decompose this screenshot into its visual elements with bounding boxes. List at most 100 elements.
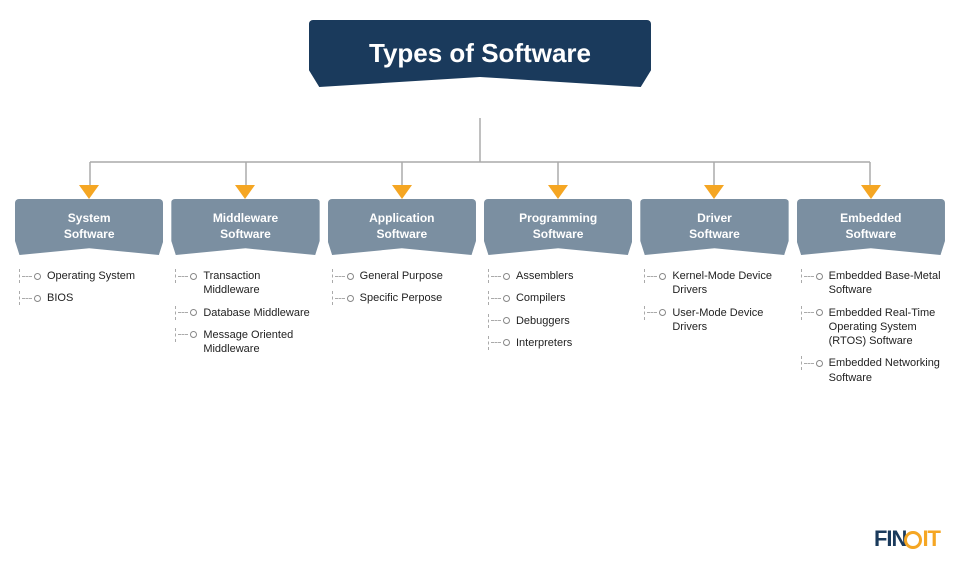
category-col-application: ApplicationSoftware General Purpose xyxy=(328,185,476,393)
diagram-container: Types of Software SystemSoftware xyxy=(0,0,960,567)
item-text: Transaction Middleware xyxy=(203,269,319,298)
category-label-driver: DriverSoftware xyxy=(689,211,740,242)
h-line xyxy=(491,342,501,343)
arrow-application xyxy=(392,185,412,199)
h-line xyxy=(491,298,501,299)
list-item: Kernel-Mode Device Drivers xyxy=(644,269,788,298)
category-col-middleware: MiddlewareSoftware Transaction Middlewar… xyxy=(171,185,319,393)
item-dot xyxy=(503,273,510,280)
item-text: Kernel-Mode Device Drivers xyxy=(672,269,788,298)
list-item: Compilers xyxy=(488,291,632,305)
logo-it-text: IT xyxy=(922,526,940,551)
dash-connector xyxy=(332,291,354,305)
items-application: General Purpose Specific Perpose xyxy=(328,269,476,314)
item-dot xyxy=(190,331,197,338)
h-line xyxy=(22,276,32,277)
item-dot xyxy=(190,309,197,316)
list-item: Transaction Middleware xyxy=(175,269,319,298)
item-dot xyxy=(347,295,354,302)
item-text: Assemblers xyxy=(516,269,573,283)
h-line xyxy=(335,276,345,277)
dash-connector xyxy=(488,269,510,283)
h-line xyxy=(491,320,501,321)
h-line xyxy=(491,276,501,277)
logo-text: FIN xyxy=(874,526,906,551)
item-text: BIOS xyxy=(47,291,73,305)
item-text: Interpreters xyxy=(516,336,572,350)
h-line xyxy=(22,298,32,299)
h-line xyxy=(804,312,814,313)
item-dot xyxy=(503,295,510,302)
logo: FIN IT xyxy=(874,526,940,552)
h-line xyxy=(178,312,188,313)
items-middleware: Transaction Middleware Database Middlewa… xyxy=(171,269,319,364)
list-item: Database Middleware xyxy=(175,306,319,320)
category-box-driver: DriverSoftware xyxy=(640,199,788,255)
arrow-system xyxy=(79,185,99,199)
dash-connector xyxy=(175,328,197,342)
title-text: Types of Software xyxy=(369,38,591,68)
list-item: Interpreters xyxy=(488,336,632,350)
category-box-system: SystemSoftware xyxy=(15,199,163,255)
h-line xyxy=(804,363,814,364)
item-dot xyxy=(503,339,510,346)
category-box-middleware: MiddlewareSoftware xyxy=(171,199,319,255)
list-item: BIOS xyxy=(19,291,163,305)
item-dot xyxy=(190,273,197,280)
item-text: User-Mode Device Drivers xyxy=(672,306,788,335)
arrow-embedded xyxy=(861,185,881,199)
item-dot xyxy=(659,309,666,316)
h-line xyxy=(647,276,657,277)
items-programming: Assemblers Compilers D xyxy=(484,269,632,358)
dash-connector xyxy=(488,314,510,328)
list-item: Embedded Base-Metal Software xyxy=(801,269,945,298)
h-line xyxy=(178,334,188,335)
item-text: Debuggers xyxy=(516,314,570,328)
item-text: Embedded Real-Time Operating System (RTO… xyxy=(829,306,945,349)
list-item: Message Oriented Middleware xyxy=(175,328,319,357)
list-item: Assemblers xyxy=(488,269,632,283)
list-item: User-Mode Device Drivers xyxy=(644,306,788,335)
item-dot xyxy=(347,273,354,280)
item-dot xyxy=(503,317,510,324)
list-item: Operating System xyxy=(19,269,163,283)
dash-connector xyxy=(644,306,666,320)
dash-connector xyxy=(488,291,510,305)
item-text: Specific Perpose xyxy=(360,291,443,305)
list-item: Embedded Networking Software xyxy=(801,356,945,385)
category-label-embedded: EmbeddedSoftware xyxy=(840,211,901,242)
list-item: General Purpose xyxy=(332,269,476,283)
category-col-driver: DriverSoftware Kernel-Mode Device Driver… xyxy=(640,185,788,393)
category-col-embedded: EmbeddedSoftware Embedded Base-Metal Sof… xyxy=(797,185,945,393)
items-system: Operating System BIOS xyxy=(15,269,163,314)
category-box-embedded: EmbeddedSoftware xyxy=(797,199,945,255)
item-text: Message Oriented Middleware xyxy=(203,328,319,357)
dash-connector xyxy=(19,291,41,305)
item-text: Compilers xyxy=(516,291,566,305)
item-text: Embedded Networking Software xyxy=(829,356,945,385)
arrow-middleware xyxy=(235,185,255,199)
category-label-system: SystemSoftware xyxy=(64,211,115,242)
h-line xyxy=(178,276,188,277)
item-text: General Purpose xyxy=(360,269,443,283)
item-dot xyxy=(34,273,41,280)
logo-circle-icon xyxy=(904,531,922,549)
h-line xyxy=(804,276,814,277)
category-col-programming: ProgrammingSoftware Assemblers xyxy=(484,185,632,393)
categories-row: SystemSoftware Operating System xyxy=(15,185,945,393)
category-label-middleware: MiddlewareSoftware xyxy=(213,211,278,242)
item-dot xyxy=(816,309,823,316)
dash-connector xyxy=(801,356,823,370)
title-box: Types of Software xyxy=(309,20,651,87)
item-text: Database Middleware xyxy=(203,306,309,320)
item-dot xyxy=(816,360,823,367)
dash-connector xyxy=(175,269,197,283)
category-label-programming: ProgrammingSoftware xyxy=(519,211,597,242)
items-embedded: Embedded Base-Metal Software Embedded Re… xyxy=(797,269,945,393)
item-dot xyxy=(659,273,666,280)
list-item: Embedded Real-Time Operating System (RTO… xyxy=(801,306,945,349)
category-label-application: ApplicationSoftware xyxy=(369,211,434,242)
list-item: Specific Perpose xyxy=(332,291,476,305)
arrow-driver xyxy=(704,185,724,199)
item-dot xyxy=(34,295,41,302)
